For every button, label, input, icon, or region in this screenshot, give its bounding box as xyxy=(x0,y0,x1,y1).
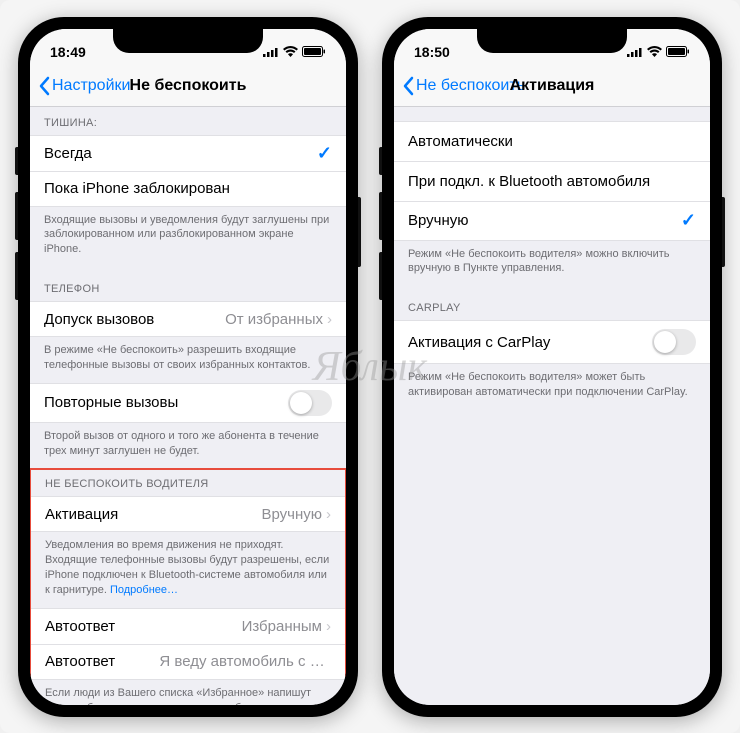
content: Автоматически При подкл. к Bluetooth авт… xyxy=(394,107,710,705)
chevron-right-icon: › xyxy=(326,618,331,635)
page-title: Не беспокоить xyxy=(130,77,247,95)
footer-calls: В режиме «Не беспокоить» разрешить входя… xyxy=(30,337,346,383)
notch xyxy=(113,29,263,53)
status-time: 18:50 xyxy=(414,44,450,60)
row-autoreply-msg[interactable]: Автоответ Я веду автомобиль с включенн… … xyxy=(31,644,345,680)
highlight-driver-section: НЕ БЕСПОКОИТЬ ВОДИТЕЛЯ Активация Вручную… xyxy=(30,468,346,704)
battery-icon xyxy=(666,46,690,57)
chevron-right-icon: › xyxy=(327,311,332,328)
nav-bar: Настройки Не беспокоить xyxy=(30,67,346,107)
footer-options: Режим «Не беспокоить водителя» можно вкл… xyxy=(394,241,710,287)
row-carplay[interactable]: Активация с CarPlay xyxy=(394,320,710,364)
page-title: Активация xyxy=(510,77,595,95)
row-opt-bluetooth[interactable]: При подкл. к Bluetooth автомобиля xyxy=(394,161,710,201)
section-header-carplay: CARPLAY xyxy=(394,286,710,320)
wifi-icon xyxy=(283,46,298,57)
phone-right: 18:50 Не беспокоить xyxy=(382,17,722,717)
checkmark-icon: ✓ xyxy=(681,210,696,231)
notch xyxy=(477,29,627,53)
section-header-phone: ТЕЛЕФОН xyxy=(30,267,346,301)
status-time: 18:49 xyxy=(50,44,86,60)
back-button[interactable]: Не беспокоить xyxy=(402,76,525,96)
back-label: Настройки xyxy=(52,77,130,95)
battery-icon xyxy=(302,46,326,57)
row-opt-auto[interactable]: Автоматически xyxy=(394,121,710,161)
nav-bar: Не беспокоить Активация xyxy=(394,67,710,107)
back-button[interactable]: Настройки xyxy=(38,76,130,96)
footer-carplay: Режим «Не беспокоить водителя» может быт… xyxy=(394,364,710,410)
checkmark-icon: ✓ xyxy=(317,143,332,164)
signal-icon xyxy=(627,47,643,57)
footer-repeat: Второй вызов от одного и того же абонент… xyxy=(30,423,346,469)
section-header-driver: НЕ БЕСПОКОИТЬ ВОДИТЕЛЯ xyxy=(31,470,345,496)
row-activate[interactable]: Активация Вручную› xyxy=(31,496,345,532)
toggle-repeat[interactable] xyxy=(288,390,332,416)
footer-activate: Уведомления во время движения не приходя… xyxy=(31,532,345,607)
row-allow-calls[interactable]: Допуск вызовов От избранных› xyxy=(30,301,346,337)
row-silence-locked[interactable]: Пока iPhone заблокирован xyxy=(30,171,346,207)
footer-autoreply: Если люди из Вашего списка «Избранное» н… xyxy=(31,680,345,705)
row-opt-manual[interactable]: Вручную ✓ xyxy=(394,201,710,241)
phone-left: 18:49 Настройки xyxy=(18,17,358,717)
footer-silence: Входящие вызовы и уведомления будут загл… xyxy=(30,207,346,268)
content: ТИШИНА: Всегда ✓ Пока iPhone заблокирова… xyxy=(30,107,346,705)
wifi-icon xyxy=(647,46,662,57)
row-silence-always[interactable]: Всегда ✓ xyxy=(30,135,346,171)
row-autoreply-to[interactable]: Автоответ Избранным› xyxy=(31,608,345,644)
chevron-right-icon: › xyxy=(326,506,331,523)
signal-icon xyxy=(263,47,279,57)
toggle-carplay[interactable] xyxy=(652,329,696,355)
row-repeat-calls[interactable]: Повторные вызовы xyxy=(30,383,346,423)
section-header-silence: ТИШИНА: xyxy=(30,107,346,135)
learn-more-link[interactable]: Подробнее… xyxy=(110,584,178,596)
